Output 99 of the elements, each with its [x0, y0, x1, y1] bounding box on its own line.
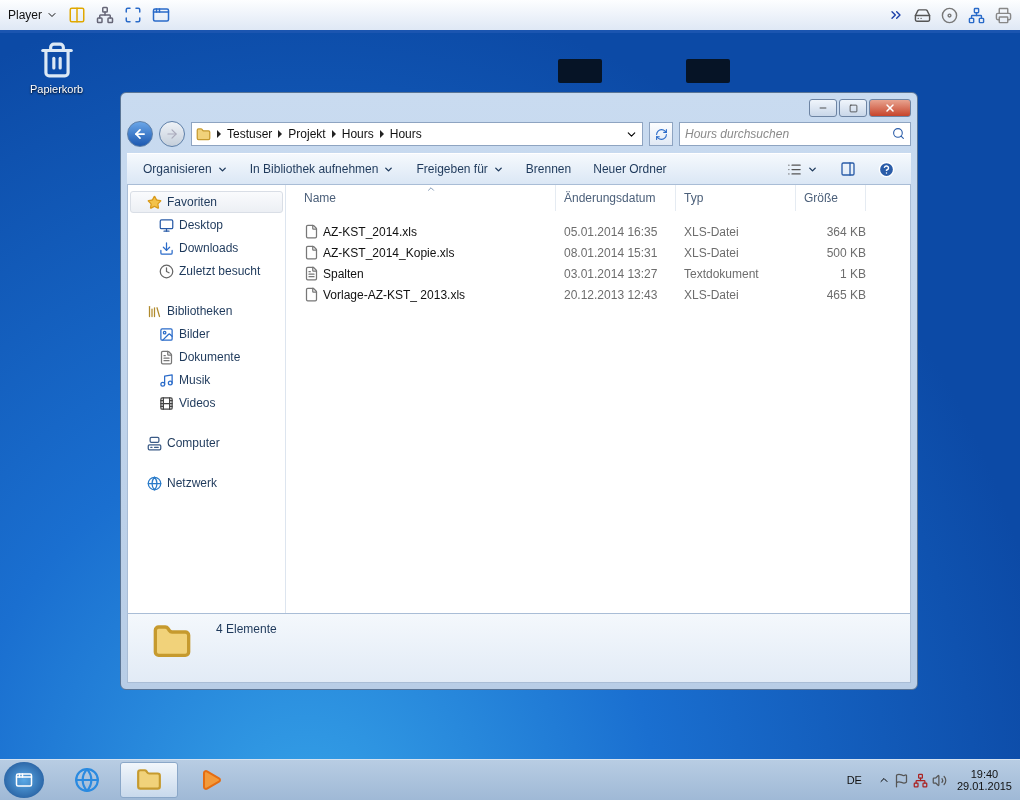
gadget-panel	[558, 59, 602, 83]
start-button[interactable]	[4, 762, 44, 798]
clock-time[interactable]: 19:40	[970, 768, 999, 780]
folder-icon	[136, 767, 162, 793]
desktop-icon-label[interactable]: Papierkorb	[30, 83, 84, 95]
taskbar-app[interactable]	[120, 762, 178, 798]
close-button[interactable]	[869, 99, 911, 117]
sidebar-item[interactable]: Computer	[130, 432, 283, 454]
clock-icon	[159, 263, 174, 279]
star-icon	[147, 194, 162, 210]
sidebar-item[interactable]: Bilder	[130, 323, 283, 345]
column-header[interactable]: Größe	[796, 185, 866, 211]
flag-icon[interactable]	[893, 772, 909, 788]
command-button[interactable]: Organisieren	[135, 158, 236, 180]
file-name[interactable]: Vorlage-AZ-KST_ 2013.xls	[323, 287, 466, 302]
network-icon[interactable]	[968, 6, 985, 24]
file-icon	[304, 224, 319, 239]
hard-drive-icon[interactable]	[914, 6, 931, 24]
table-cell-text: 03.01.2014 13:27	[563, 266, 659, 281]
language-indicator[interactable]: DE	[846, 774, 862, 786]
table-cell-text: 20.12.2013 12:43	[563, 287, 659, 302]
books-icon	[147, 303, 162, 319]
sidebar-item[interactable]: Netzwerk	[130, 472, 283, 494]
player-menu[interactable]: Player	[8, 8, 58, 22]
command-button[interactable]: Brennen	[517, 158, 580, 180]
forward-button[interactable]	[159, 121, 185, 147]
folder-icon	[196, 126, 211, 142]
monitor-icon	[159, 217, 174, 233]
sidebar-item[interactable]: Dokumente	[130, 346, 283, 368]
search-icon[interactable]	[892, 127, 905, 140]
file-icon	[304, 245, 319, 260]
file-name[interactable]: Spalten	[323, 266, 364, 281]
window-icon	[15, 771, 33, 789]
printer-icon[interactable]	[995, 6, 1012, 24]
window-icon[interactable]	[152, 6, 170, 24]
globe-icon	[147, 475, 162, 491]
table-cell-text: 1 KB	[839, 266, 866, 281]
breadcrumb-item[interactable]: Testuser	[227, 127, 273, 141]
breadcrumb-item[interactable]: Hours	[341, 127, 374, 141]
computer-icon	[147, 435, 162, 451]
chevron-icon	[217, 130, 221, 138]
column-header[interactable]: Typ	[676, 185, 796, 211]
refresh-icon	[654, 127, 668, 141]
sidebar-item[interactable]: Downloads	[130, 237, 283, 259]
sidebar-item[interactable]: Bibliotheken	[130, 300, 283, 322]
breadcrumb-item[interactable]: Projekt	[288, 127, 326, 141]
table-cell-text: XLS-Datei	[683, 224, 740, 239]
table-cell-text: 500 KB	[825, 245, 866, 260]
table-cell-text: XLS-Datei	[683, 287, 740, 302]
file-name[interactable]: AZ-KST_2014_Kopie.xls	[323, 245, 455, 260]
chevron-icon	[278, 130, 283, 138]
arrow-right-icon	[165, 127, 179, 141]
sidebar-item[interactable]: Musik	[130, 369, 283, 391]
close-icon	[884, 102, 896, 114]
list-icon	[787, 161, 802, 177]
minimize-button[interactable]	[809, 99, 837, 117]
command-button[interactable]: Neuer Ordner	[585, 158, 675, 180]
clock-date[interactable]: 29.01.2015	[956, 780, 1012, 792]
column-header[interactable]: Name	[296, 185, 556, 211]
music-note-icon	[159, 372, 174, 388]
chevron-icon	[379, 130, 384, 138]
help-icon	[878, 160, 895, 178]
film-icon	[159, 395, 174, 411]
table-cell-text: 05.01.2014 16:35	[563, 224, 659, 239]
fullscreen-icon[interactable]	[124, 6, 142, 24]
text-file-icon	[304, 266, 319, 281]
file-name[interactable]: AZ-KST_2014.xls	[323, 224, 418, 239]
command-button[interactable]: Freigeben für	[408, 158, 512, 180]
chevron-icon	[331, 130, 336, 138]
refresh-button[interactable]	[649, 122, 673, 146]
command-button[interactable]: In Bibliothek aufnehmen	[241, 158, 403, 180]
item-count: 4 Elemente	[216, 622, 277, 636]
table-cell-text: 465 KB	[825, 287, 866, 302]
maximize-button[interactable]	[839, 99, 867, 117]
file-icon	[304, 287, 319, 302]
speaker-icon[interactable]	[931, 772, 947, 788]
back-button[interactable]	[127, 121, 153, 147]
sidebar-item[interactable]: Favoriten	[130, 191, 283, 213]
search-field[interactable]: Hours durchsuchen	[679, 122, 911, 146]
globe-icon	[74, 767, 100, 793]
table-cell-text: 08.01.2014 15:31	[563, 245, 659, 260]
table-cell-text: 364 KB	[825, 224, 866, 239]
column-header[interactable]: Änderungsdatum	[556, 185, 676, 211]
address-bar[interactable]: Testuser Projekt Hours Hours	[191, 122, 643, 146]
breadcrumb-item[interactable]: Hours	[389, 127, 422, 141]
sidebar-item[interactable]: Zuletzt besucht	[130, 260, 283, 282]
gadget-panel	[686, 59, 730, 83]
image-icon	[159, 326, 174, 342]
table-cell-text: XLS-Datei	[683, 245, 740, 260]
sidebar-item[interactable]: Videos	[130, 392, 283, 414]
network-icon[interactable]	[912, 772, 928, 788]
network-icon[interactable]	[96, 6, 114, 24]
panel-icon	[840, 161, 856, 177]
table-cell-text: Textdokument	[683, 266, 760, 281]
sidebar-item[interactable]: Desktop	[130, 214, 283, 236]
disc-icon[interactable]	[941, 6, 958, 24]
download-icon	[159, 240, 174, 256]
document-icon	[159, 349, 174, 365]
maximize-icon	[848, 103, 858, 113]
